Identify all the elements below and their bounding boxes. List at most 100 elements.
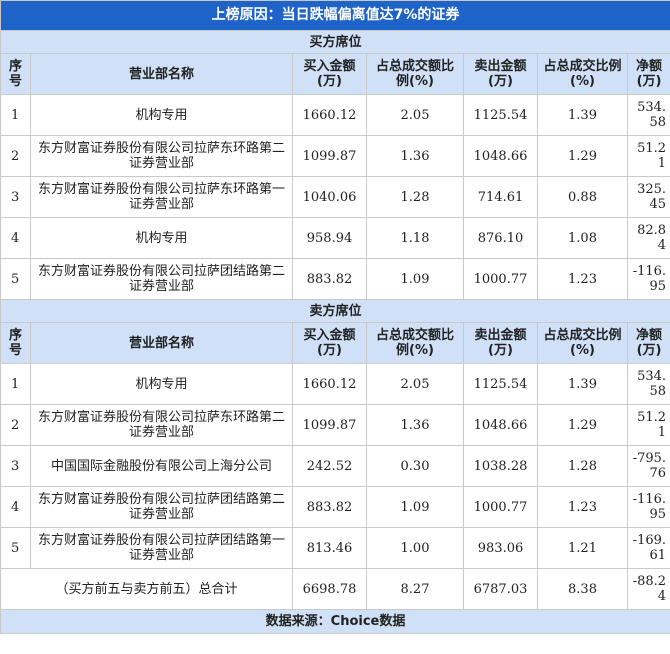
page-title: 上榜原因：当日跌幅偏离值达7%的证券 [0, 0, 670, 31]
cell-buy-ratio: 1.09 [366, 486, 464, 528]
cell-sell-amount: 1125.54 [463, 94, 538, 136]
total-buy-ratio: 8.27 [366, 568, 464, 610]
cell-branch-name: 机构专用 [30, 363, 293, 405]
cell-sell-ratio: 1.23 [537, 486, 628, 528]
cell-sell-ratio: 1.08 [537, 217, 628, 259]
cell-sell-amount: 714.61 [463, 176, 538, 218]
cell-sell-ratio: 1.39 [537, 94, 628, 136]
cell-net: -169.61 [626, 527, 670, 569]
column-header-idx: 序号 [0, 53, 31, 95]
cell-sell-ratio: 0.88 [537, 176, 628, 218]
column-header-buy-ratio: 占总成交额比例(%) [366, 53, 464, 95]
title-row: 上榜原因：当日跌幅偏离值达7%的证券 [0, 0, 670, 31]
footer-row: 数据来源：Choice数据 [0, 609, 670, 634]
cell-buy-amount: 1660.12 [292, 363, 367, 405]
cell-idx: 3 [0, 176, 31, 218]
cell-branch-name: 东方财富证券股份有限公司拉萨团结路第二证券营业部 [30, 486, 293, 528]
column-header-buy-amount: 买入金额(万) [292, 53, 367, 95]
table-row: 3 东方财富证券股份有限公司拉萨东环路第一证券营业部 1040.06 1.28 714.… [0, 176, 670, 218]
cell-idx: 2 [0, 404, 31, 446]
cell-net: 82.84 [626, 217, 670, 259]
cell-branch-name: 机构专用 [30, 217, 293, 259]
column-header-name: 营业部名称 [30, 322, 293, 364]
total-label: （买方前五与卖方前五）总合计 [0, 568, 293, 610]
cell-sell-amount: 1000.77 [463, 486, 538, 528]
cell-buy-ratio: 1.28 [366, 176, 464, 218]
cell-idx: 4 [0, 217, 31, 259]
cell-buy-amount: 1660.12 [292, 94, 367, 136]
cell-buy-ratio: 2.05 [366, 94, 464, 136]
cell-idx: 2 [0, 135, 31, 177]
cell-idx: 4 [0, 486, 31, 528]
cell-sell-ratio: 1.29 [537, 135, 628, 177]
table-row: 1 机构专用 1660.12 2.05 1125.54 1.39 534.58 [0, 363, 670, 405]
column-header-idx: 序号 [0, 322, 31, 364]
total-net: -88.24 [626, 568, 670, 610]
cell-net: -116.95 [626, 486, 670, 528]
sell-section-title-row: 卖方席位 [0, 299, 670, 323]
cell-buy-ratio: 0.30 [366, 445, 464, 487]
cell-idx: 3 [0, 445, 31, 487]
cell-buy-amount: 958.94 [292, 217, 367, 259]
table-row: 3 中国国际金融股份有限公司上海分公司 242.52 0.30 1038.28 1.28-… [0, 445, 670, 487]
cell-branch-name: 东方财富证券股份有限公司拉萨团结路第二证券营业部 [30, 258, 293, 300]
cell-idx: 5 [0, 258, 31, 300]
total-buy-amount: 6698.78 [292, 568, 367, 610]
cell-net: -795.76 [626, 445, 670, 487]
cell-net: 534.58 [626, 363, 670, 405]
cell-buy-amount: 1099.87 [292, 404, 367, 446]
column-header-buy-ratio: 占总成交额比例(%) [366, 322, 464, 364]
data-source: 数据来源：Choice数据 [0, 609, 670, 634]
buy-section-title: 买方席位 [0, 30, 670, 54]
cell-buy-ratio: 1.09 [366, 258, 464, 300]
cell-branch-name: 机构专用 [30, 94, 293, 136]
column-header-row: 序号 营业部名称 买入金额(万) 占总成交额比例(%) 卖出金额(万) 占总成交比例(%)… [0, 53, 670, 95]
total-sell-ratio: 8.38 [537, 568, 628, 610]
total-sell-amount: 6787.03 [463, 568, 538, 610]
cell-net: 325.45 [626, 176, 670, 218]
cell-buy-ratio: 1.36 [366, 404, 464, 446]
cell-buy-ratio: 1.00 [366, 527, 464, 569]
cell-net: 51.21 [626, 135, 670, 177]
buy-section-title-row: 买方席位 [0, 30, 670, 54]
cell-net: 51.21 [626, 404, 670, 446]
column-header-sell-ratio: 占总成交比例(%) [537, 53, 628, 95]
column-header-sell-ratio: 占总成交比例(%) [537, 322, 628, 364]
cell-buy-amount: 883.82 [292, 258, 367, 300]
cell-buy-amount: 883.82 [292, 486, 367, 528]
column-header-name: 营业部名称 [30, 53, 293, 95]
cell-buy-amount: 242.52 [292, 445, 367, 487]
cell-sell-amount: 1038.28 [463, 445, 538, 487]
cell-net: 534.58 [626, 94, 670, 136]
cell-sell-ratio: 1.28 [537, 445, 628, 487]
cell-branch-name: 中国国际金融股份有限公司上海分公司 [30, 445, 293, 487]
cell-branch-name: 东方财富证券股份有限公司拉萨团结路第一证券营业部 [30, 527, 293, 569]
table-row: 2 东方财富证券股份有限公司拉萨东环路第二证券营业部 1099.87 1.36 1048… [0, 135, 670, 177]
cell-buy-amount: 1099.87 [292, 135, 367, 177]
cell-buy-amount: 813.46 [292, 527, 367, 569]
cell-net: -116.95 [626, 258, 670, 300]
cell-branch-name: 东方财富证券股份有限公司拉萨东环路第二证券营业部 [30, 404, 293, 446]
sell-section-title: 卖方席位 [0, 299, 670, 323]
table-row: 5 东方财富证券股份有限公司拉萨团结路第一证券营业部 813.46 1.00 983.0… [0, 527, 670, 569]
cell-sell-amount: 1125.54 [463, 363, 538, 405]
column-header-net: 净额(万) [626, 53, 670, 95]
lhb-table: 上榜原因：当日跌幅偏离值达7%的证券 买方席位 序号 营业部名称 买入金额(万) 占总成… [0, 0, 670, 634]
cell-idx: 5 [0, 527, 31, 569]
cell-idx: 1 [0, 363, 31, 405]
cell-sell-ratio: 1.29 [537, 404, 628, 446]
cell-sell-amount: 1048.66 [463, 404, 538, 446]
column-header-net: 净额(万) [626, 322, 670, 364]
cell-buy-ratio: 1.36 [366, 135, 464, 177]
cell-idx: 1 [0, 94, 31, 136]
cell-sell-amount: 983.06 [463, 527, 538, 569]
column-header-sell-amount: 卖出金额(万) [463, 53, 538, 95]
cell-branch-name: 东方财富证券股份有限公司拉萨东环路第一证券营业部 [30, 176, 293, 218]
total-row: （买方前五与卖方前五）总合计 6698.78 8.27 6787.03 8.38 -88.… [0, 568, 670, 610]
table-row: 4 东方财富证券股份有限公司拉萨团结路第二证券营业部 883.82 1.09 1000.… [0, 486, 670, 528]
cell-branch-name: 东方财富证券股份有限公司拉萨东环路第二证券营业部 [30, 135, 293, 177]
table-row: 5 东方财富证券股份有限公司拉萨团结路第二证券营业部 883.82 1.09 1000.… [0, 258, 670, 300]
table-row: 2 东方财富证券股份有限公司拉萨东环路第二证券营业部 1099.87 1.36 1048… [0, 404, 670, 446]
cell-sell-ratio: 1.39 [537, 363, 628, 405]
cell-buy-ratio: 1.18 [366, 217, 464, 259]
